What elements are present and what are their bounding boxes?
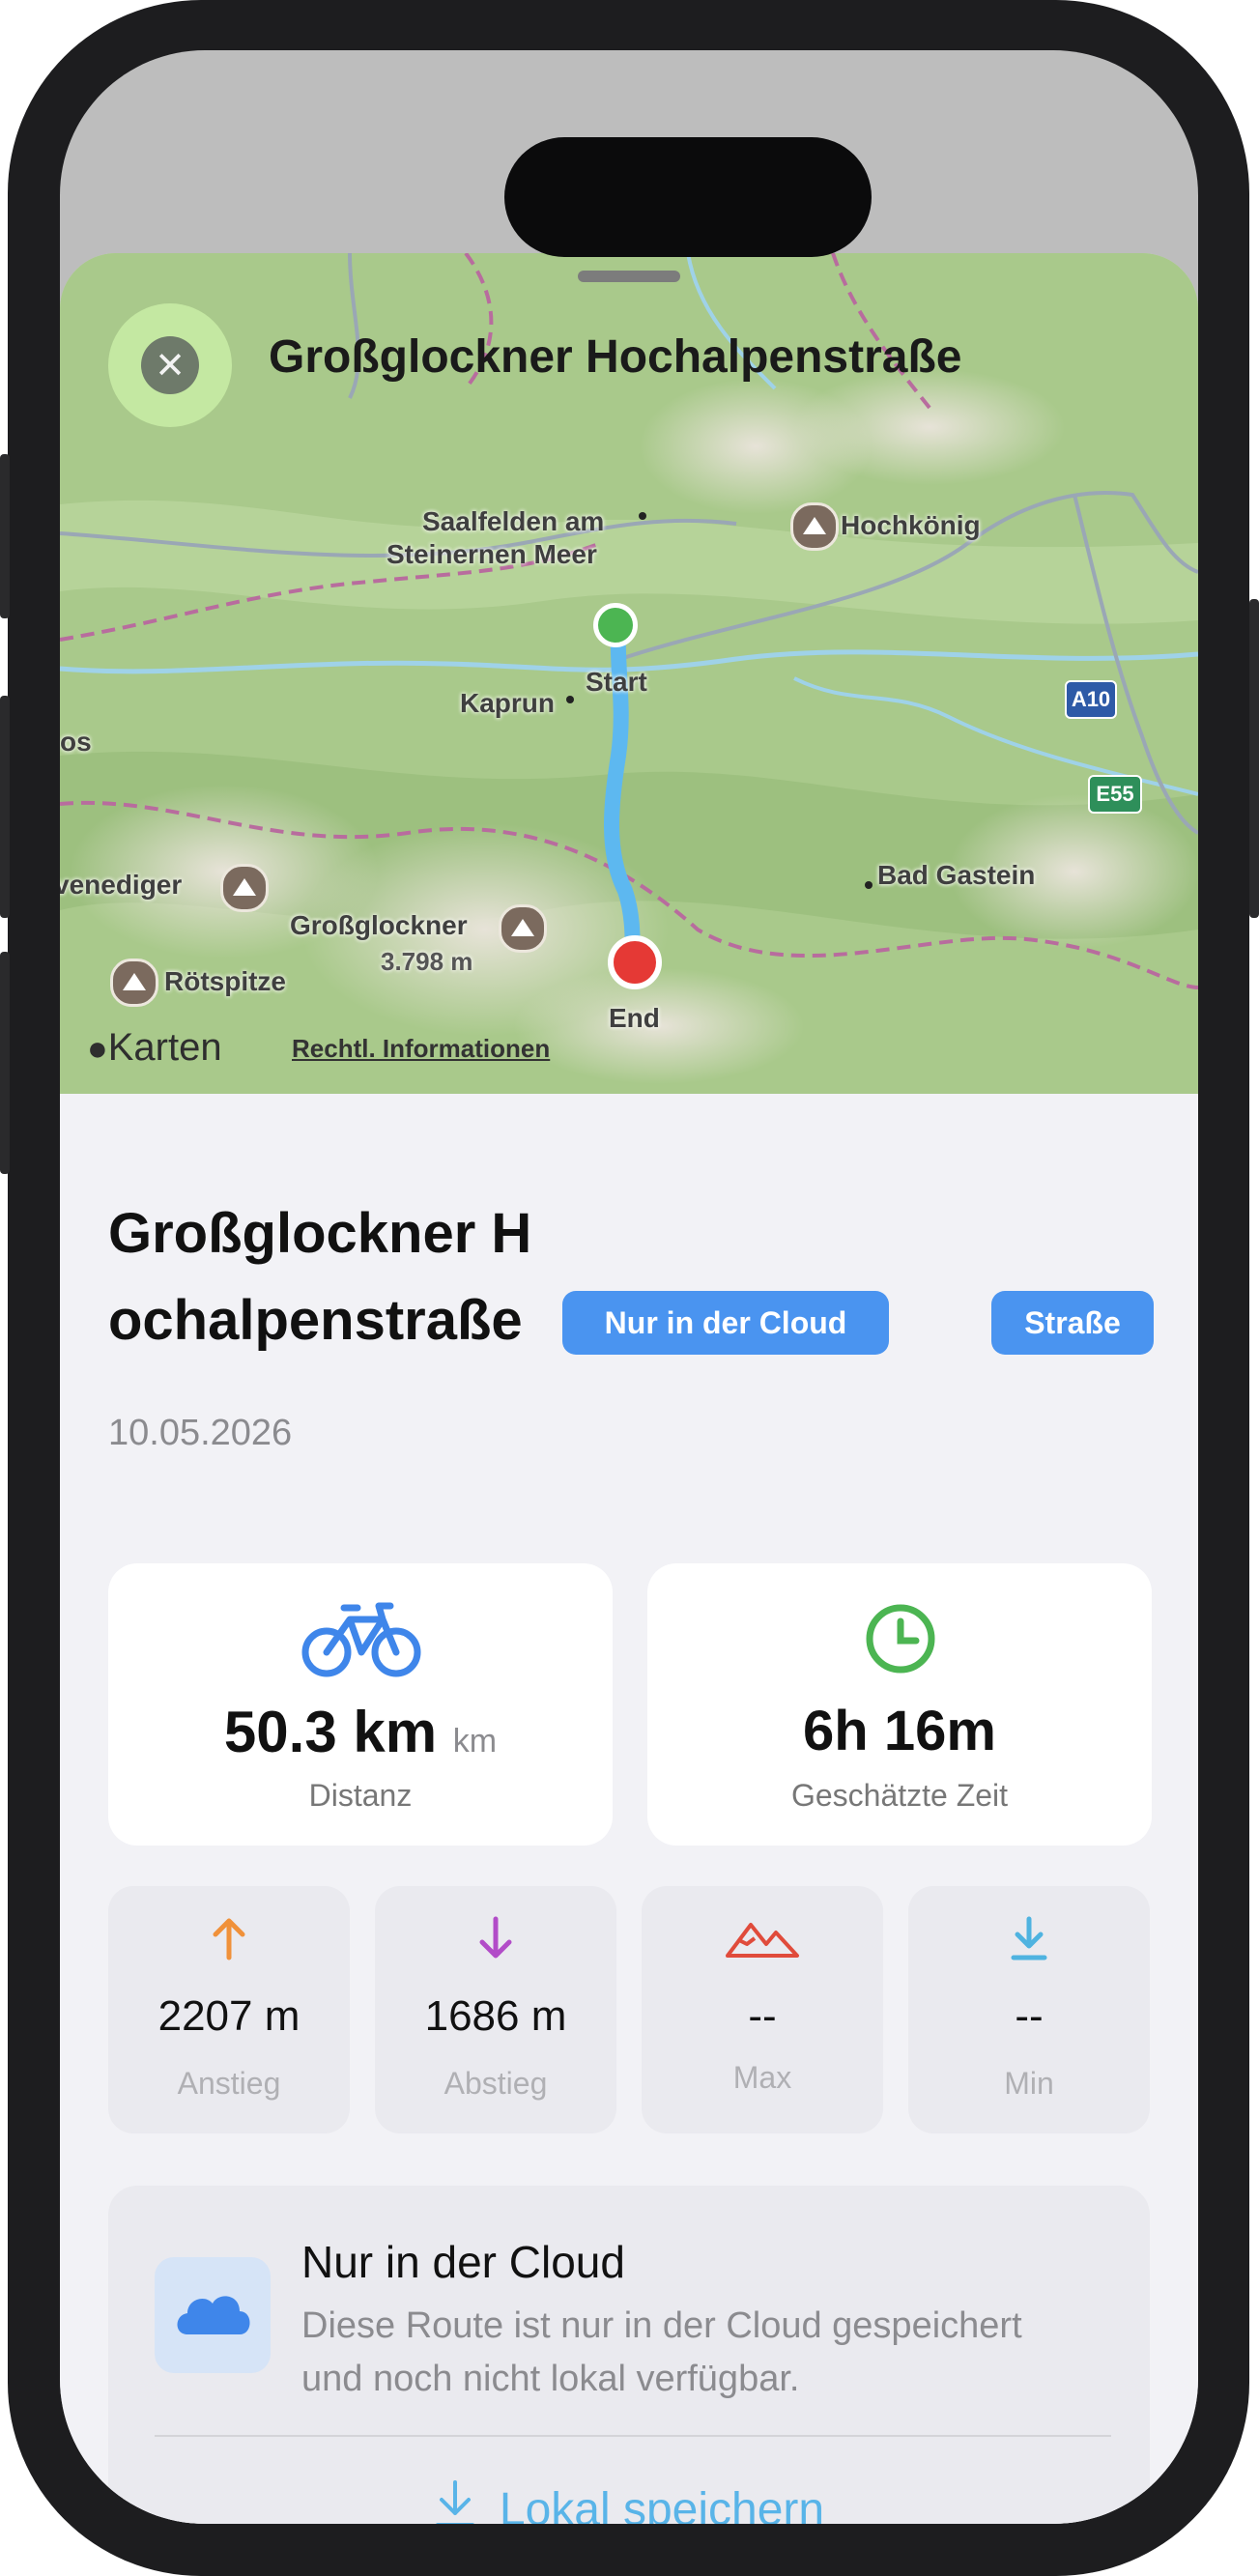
arrow-down-to-line-icon bbox=[908, 1915, 1150, 1965]
route-title: Großglockner Hochalpenstraße bbox=[108, 1202, 532, 1352]
descent-label: Abstieg bbox=[444, 2066, 548, 2101]
cloud-notice-card: Nur in der Cloud Diese Route ist nur in … bbox=[108, 2186, 1150, 2524]
place-dot bbox=[639, 512, 646, 520]
max-elevation-value: -- bbox=[748, 1992, 777, 2040]
descent-card: 1686 m Abstieg bbox=[375, 1886, 616, 2133]
distance-value: 50.3 km bbox=[223, 1700, 438, 1764]
distance-card: 50.3 km km Distanz bbox=[108, 1563, 613, 1846]
side-button bbox=[1249, 599, 1259, 918]
map-view[interactable]: ✕ Großglockner Hochalpenstraße Saalfelde… bbox=[60, 253, 1198, 1094]
map-label: Bad Gastein bbox=[877, 860, 1036, 890]
mountain-icon bbox=[642, 1915, 883, 1965]
side-button bbox=[0, 454, 10, 618]
time-card: 6h 16m Geschätzte Zeit bbox=[647, 1563, 1152, 1846]
ascent-value: 2207 m bbox=[157, 1992, 300, 2040]
cloud-badge: Nur in der Cloud bbox=[562, 1291, 889, 1355]
highway-shield: E55 bbox=[1088, 775, 1142, 814]
place-dot bbox=[865, 881, 873, 889]
save-locally-button[interactable]: Lokal speichern bbox=[108, 2466, 1150, 2524]
map-attribution: ●Karten bbox=[87, 1026, 222, 1070]
xmark-icon: ✕ bbox=[141, 336, 199, 394]
arrow-down-icon bbox=[375, 1915, 616, 1965]
clock-icon bbox=[864, 1602, 937, 1679]
route-detail-sheet: ✕ Großglockner Hochalpenstraße Saalfelde… bbox=[60, 253, 1198, 2524]
apple-logo-icon: ● bbox=[87, 1028, 108, 1068]
distance-unit: km bbox=[452, 1723, 498, 1760]
mountain-peak-icon bbox=[499, 904, 547, 953]
time-value: 6h 16m bbox=[803, 1700, 996, 1762]
cloud-icon bbox=[155, 2257, 271, 2373]
start-marker[interactable] bbox=[593, 603, 638, 647]
highway-shield: A10 bbox=[1065, 680, 1117, 719]
ascent-label: Anstieg bbox=[177, 2066, 281, 2101]
arrow-up-icon bbox=[108, 1915, 350, 1965]
map-label: End bbox=[609, 1003, 660, 1033]
sheet-grabber[interactable] bbox=[578, 271, 680, 282]
end-marker[interactable] bbox=[608, 935, 662, 989]
min-elevation-label: Min bbox=[1004, 2066, 1054, 2101]
min-elevation-card: -- Min bbox=[908, 1886, 1150, 2133]
attribution-text: Karten bbox=[107, 1026, 222, 1069]
legal-info-link[interactable]: Rechtl. Informationen bbox=[292, 1034, 550, 1064]
mountain-peak-icon bbox=[220, 864, 269, 912]
side-button bbox=[0, 696, 10, 918]
distance-value-row: 50.3 km km bbox=[108, 1699, 613, 1765]
place-dot bbox=[566, 696, 574, 703]
map-label: 3.798 m bbox=[381, 947, 473, 976]
save-locally-label: Lokal speichern bbox=[499, 2483, 825, 2525]
map-label: Start bbox=[586, 667, 647, 697]
map-label: Rötspitze bbox=[164, 966, 286, 996]
mountain-peak-icon bbox=[110, 959, 158, 1007]
min-elevation-value: -- bbox=[1015, 1992, 1044, 2040]
mountain-peak-icon bbox=[790, 502, 839, 551]
time-label: Geschätzte Zeit bbox=[790, 1778, 1009, 1813]
distance-label: Distanz bbox=[308, 1778, 413, 1813]
max-elevation-label: Max bbox=[732, 2060, 792, 2095]
route-type-badge: Straße bbox=[991, 1291, 1154, 1355]
map-label: Steinernen Meer bbox=[386, 539, 597, 569]
map-label: Saalfelden am bbox=[422, 506, 605, 536]
screen: ✕ Großglockner Hochalpenstraße Saalfelde… bbox=[60, 50, 1198, 2524]
side-button bbox=[0, 952, 10, 1174]
ascent-card: 2207 m Anstieg bbox=[108, 1886, 350, 2133]
map-label: os bbox=[60, 727, 92, 757]
cloud-notice-title: Nur in der Cloud bbox=[301, 2237, 625, 2287]
route-date: 10.05.2026 bbox=[108, 1413, 293, 1453]
descent-value: 1686 m bbox=[424, 1992, 567, 2040]
map-header-title: Großglockner Hochalpenstraße bbox=[269, 331, 962, 383]
download-icon bbox=[434, 2478, 476, 2524]
dynamic-island bbox=[504, 137, 872, 257]
cloud-notice-description: Diese Route ist nur in der Cloud gespeic… bbox=[301, 2305, 1022, 2399]
divider bbox=[155, 2435, 1111, 2437]
close-button[interactable]: ✕ bbox=[108, 303, 232, 427]
map-label: venediger bbox=[60, 870, 183, 900]
max-elevation-card: -- Max bbox=[642, 1886, 883, 2133]
map-label: Kaprun bbox=[460, 688, 555, 718]
bicycle-icon bbox=[301, 1600, 421, 1681]
map-label: Hochkönig bbox=[841, 510, 981, 540]
map-label: Großglockner bbox=[290, 910, 468, 940]
